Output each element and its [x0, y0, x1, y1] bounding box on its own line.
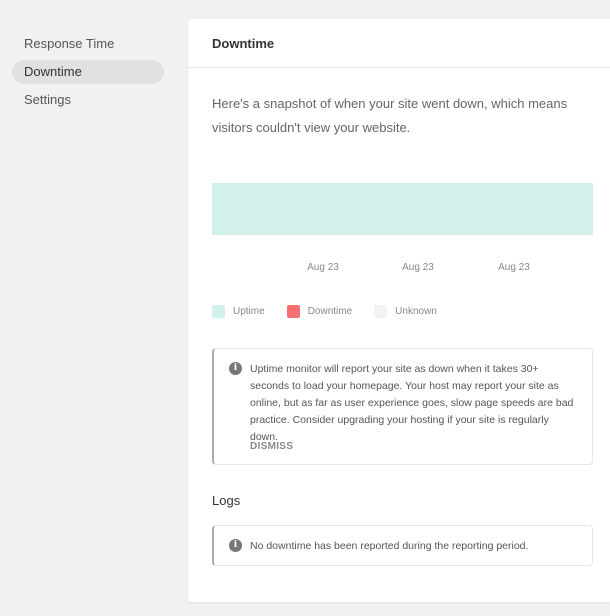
unknown-swatch [374, 305, 388, 318]
notice-text: Uptime monitor will report your site as … [250, 363, 574, 443]
intro-text: Here's a snapshot of when your site went… [212, 96, 568, 135]
info-icon: i [229, 539, 242, 552]
legend: Uptime Downtime Unknown [212, 305, 459, 318]
sidebar-item-response-time[interactable]: Response Time [12, 32, 164, 56]
legend-item-unknown: Unknown [374, 305, 437, 318]
legend-item-uptime: Uptime [212, 305, 265, 318]
sidebar-item-downtime[interactable]: Downtime [12, 60, 164, 84]
timeline-date: Aug 23 [498, 262, 530, 273]
uptime-info-notice: i Uptime monitor will report your site a… [212, 348, 593, 465]
timeline-dates: Aug 23 Aug 23 Aug 23 [188, 262, 610, 276]
downtime-card: Downtime Here's a snapshot of when your … [188, 19, 610, 602]
logs-empty-text: No downtime has been reported during the… [250, 540, 529, 552]
downtime-swatch [286, 305, 300, 318]
logs-empty-notice: i No downtime has been reported during t… [212, 525, 593, 566]
uptime-timeline-bar[interactable] [212, 183, 593, 235]
card-title: Downtime [188, 19, 610, 68]
logs-heading: Logs [212, 493, 241, 508]
sidebar-nav: Response Time Downtime Settings [12, 32, 164, 116]
sidebar-item-settings[interactable]: Settings [12, 88, 164, 112]
legend-label: Unknown [395, 306, 437, 317]
info-icon: i [229, 362, 242, 375]
legend-item-downtime: Downtime [286, 305, 353, 318]
legend-label: Downtime [307, 306, 353, 317]
timeline-date: Aug 23 [402, 262, 434, 273]
dismiss-button[interactable]: DISMISS [250, 441, 293, 452]
legend-label: Uptime [233, 306, 265, 317]
uptime-swatch [212, 305, 225, 318]
timeline-date: Aug 23 [307, 262, 339, 273]
